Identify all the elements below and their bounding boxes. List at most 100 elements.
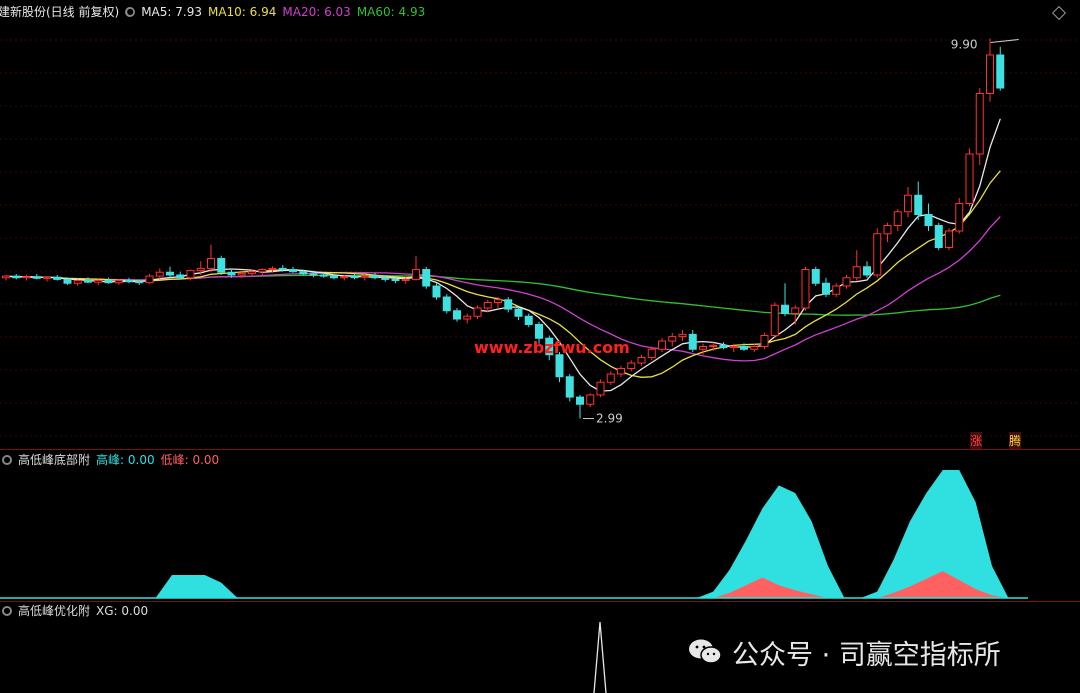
candle-body — [760, 335, 769, 347]
candle-body — [401, 278, 410, 281]
ma10-label: MA10: 6.94 — [207, 5, 277, 19]
candle-body — [668, 336, 677, 342]
candle-body — [688, 333, 697, 350]
candle-body — [852, 266, 861, 279]
candle-body — [299, 271, 308, 275]
candle-body — [576, 396, 584, 405]
candle-body — [330, 275, 338, 279]
candle-body — [658, 340, 666, 350]
candle-body — [248, 271, 256, 274]
candle-body — [904, 194, 912, 213]
brand-text: 公众号 · 司赢空指标所 — [732, 639, 1001, 671]
candle-body — [268, 267, 277, 270]
candle-body — [53, 276, 62, 280]
candle-body — [924, 214, 933, 226]
candle-body — [453, 310, 461, 320]
candle-body — [125, 280, 133, 283]
candle-body — [2, 275, 10, 279]
candle-body — [637, 357, 646, 364]
candle-body — [647, 348, 656, 358]
candle-body — [483, 302, 492, 309]
candle-body — [32, 276, 41, 279]
candle-body — [719, 344, 728, 349]
candle-body — [565, 376, 574, 398]
candle-body — [155, 271, 164, 277]
candle-body — [678, 333, 687, 338]
xg-signal-spike — [593, 621, 607, 693]
main-grid — [0, 39, 1080, 437]
candle-body — [975, 93, 984, 155]
indicator1-title[interactable]: 高低峰底部附 — [18, 450, 90, 470]
candle-body — [791, 307, 800, 314]
candle-body — [463, 315, 472, 320]
wechat-icon — [688, 638, 722, 666]
candle-body — [360, 275, 369, 278]
candle-body — [176, 274, 185, 279]
candle-body — [340, 276, 349, 279]
low-peak-label: 低峰: 0.00 — [160, 453, 220, 467]
candle-body — [114, 280, 123, 284]
candle-body — [699, 346, 707, 350]
settings-icon[interactable]: ● — [125, 7, 136, 17]
candle-body — [842, 277, 851, 287]
candle-body — [770, 304, 779, 336]
main-chart-header: 建新股份(日线 前复权) ● MA5: 7.93 MA10: 6.94 MA20… — [0, 2, 425, 22]
candle-body — [514, 308, 523, 317]
candle-body — [709, 344, 718, 347]
candle-body — [63, 278, 72, 284]
candle-body — [135, 281, 144, 284]
candle-body — [186, 270, 195, 279]
candle-body — [22, 276, 31, 279]
candle-body — [166, 271, 174, 276]
candle-body — [391, 278, 400, 281]
high-peak-label: 高峰: 0.00 — [96, 453, 155, 467]
candle-body — [596, 381, 605, 396]
signal-tag-zhang: 涨 — [970, 432, 983, 449]
candle-body — [863, 266, 871, 276]
indicator1-settings-icon[interactable]: ● — [2, 455, 12, 465]
candle-body — [524, 315, 533, 325]
candle-body — [442, 296, 451, 312]
low-price-label: 2.99 — [596, 412, 623, 426]
candle-body — [996, 54, 1005, 89]
candle-body — [729, 346, 738, 349]
candle-body — [94, 280, 103, 283]
candle-body — [832, 285, 841, 295]
candle-body — [740, 346, 748, 350]
candle-body — [43, 276, 51, 279]
signal-tag-teng: 腾 — [1009, 432, 1022, 449]
candle-body — [12, 275, 21, 279]
candle-body — [535, 324, 543, 339]
candle-body — [196, 267, 205, 272]
watermark: www.zbzfwu.com — [474, 338, 630, 357]
candle-body — [945, 230, 953, 248]
candle-body — [432, 285, 441, 298]
candle-body — [422, 269, 431, 287]
brand-footer: 公众号 · 司赢空指标所 — [688, 632, 1001, 672]
candle-body — [504, 299, 513, 310]
ma5-label: MA5: 7.93 — [141, 5, 202, 19]
candle-body — [555, 354, 564, 378]
candle-body — [73, 280, 82, 284]
candlesticks — [2, 38, 1005, 419]
candle-body — [934, 225, 943, 248]
candle-body — [84, 280, 92, 283]
candle-body — [617, 368, 625, 375]
high-price-label: 9.90 — [951, 38, 978, 52]
indicator2-settings-icon[interactable]: ● — [2, 606, 12, 616]
panel-divider-2 — [0, 601, 1080, 602]
candle-body — [586, 394, 595, 405]
indicator2-title[interactable]: 高低峰优化附 — [18, 601, 90, 621]
stock-title[interactable]: 建新股份(日线 前复权) — [0, 2, 119, 22]
candle-body — [278, 267, 287, 270]
candle-body — [781, 304, 789, 314]
candle-body — [237, 272, 246, 276]
xg-label: XG: 0.00 — [96, 604, 149, 618]
candle-body — [473, 307, 482, 317]
candle-body — [986, 54, 994, 94]
candle-body — [801, 269, 810, 309]
xg-indicator-panel — [593, 621, 607, 693]
candle-body — [965, 153, 974, 204]
candle-body — [627, 362, 636, 369]
ma20-label: MA20: 6.03 — [282, 5, 351, 19]
